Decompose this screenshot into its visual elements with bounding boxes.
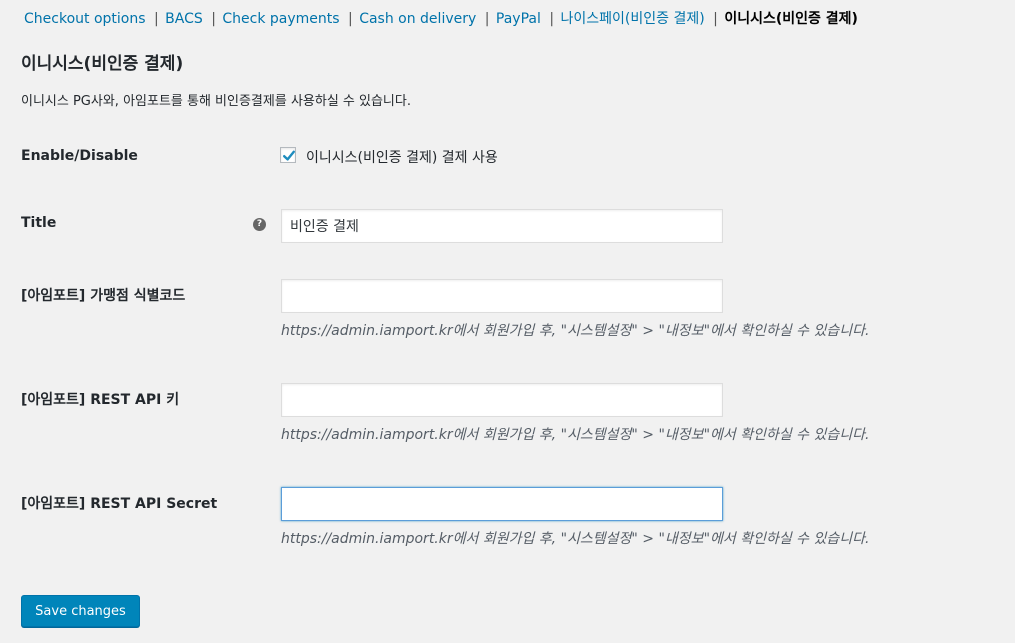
subnav-link-check-payments[interactable]: Check payments (222, 11, 339, 27)
question-circle-icon[interactable]: ? (253, 218, 266, 231)
section-title: 이니시스(비인증 결제) (21, 54, 184, 74)
save-changes-button[interactable]: Save changes (21, 595, 140, 627)
subnav-link-checkout-options[interactable]: Checkout options (24, 11, 146, 27)
subnav-separator: | (549, 11, 555, 27)
rest-api-secret-label: [아임포트] REST API Secret (21, 496, 218, 512)
merchant-code-label: [아임포트] 가맹점 식별코드 (21, 288, 186, 304)
subnav-current-inicis: 이니시스(비인증 결제) (724, 11, 858, 27)
subnav-separator: | (211, 11, 216, 27)
subnav-separator: | (713, 11, 718, 27)
section-description: 이니시스 PG사와, 아임포트를 통해 비인증결제를 사용하실 수 있습니다. (21, 94, 411, 109)
rest-api-key-label: [아임포트] REST API 키 (21, 392, 180, 408)
subnav-separator: | (153, 11, 159, 27)
enable-checkbox-label[interactable]: 이니시스(비인증 결제) 결제 사용 (306, 147, 498, 167)
subnav-separator: | (348, 11, 353, 27)
subnav-link-nicepay[interactable]: 나이스페이(비인증 결제) (561, 11, 705, 27)
checkmark-icon (283, 150, 295, 161)
merchant-code-input[interactable] (281, 279, 723, 313)
rest-api-secret-description: https://admin.iamport.kr에서 회원가입 후, "시스템설… (281, 531, 870, 547)
title-label: Title (21, 215, 57, 231)
subnav-link-bacs[interactable]: BACS (165, 11, 203, 27)
rest-api-secret-input[interactable] (281, 487, 723, 521)
subnav-link-paypal[interactable]: PayPal (496, 11, 541, 27)
subnav-separator: | (484, 11, 490, 27)
rest-api-key-input[interactable] (281, 383, 723, 417)
merchant-code-description: https://admin.iamport.kr에서 회원가입 후, "시스템설… (281, 323, 870, 339)
title-input[interactable] (281, 209, 723, 243)
enable-checkbox[interactable] (280, 147, 296, 163)
payment-gateway-subnav: Checkout options | BACS | Check payments… (24, 9, 858, 29)
enable-disable-label: Enable/Disable (21, 148, 138, 164)
subnav-link-cash-on-delivery[interactable]: Cash on delivery (359, 11, 476, 27)
rest-api-key-description: https://admin.iamport.kr에서 회원가입 후, "시스템설… (281, 427, 870, 443)
